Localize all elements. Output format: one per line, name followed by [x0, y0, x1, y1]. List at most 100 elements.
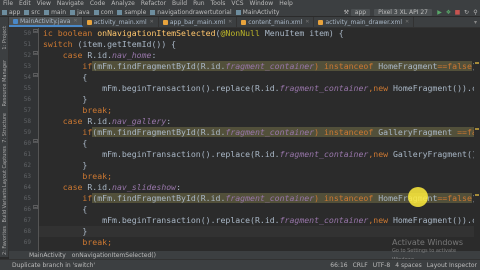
- hammer-icon[interactable]: ⚒: [343, 9, 350, 16]
- code-line: case R.id.nav_home:: [43, 50, 157, 60]
- warning-marker[interactable]: [475, 128, 479, 130]
- line-number: 61: [23, 151, 31, 158]
- menu-window[interactable]: Window: [247, 0, 277, 8]
- tool-tab-build-variants[interactable]: Build Variants: [0, 187, 9, 223]
- code-line: {: [43, 204, 88, 214]
- breadcrumb-method[interactable]: onNavigationItemSelected(): [72, 252, 156, 259]
- close-icon[interactable]: ✕: [305, 19, 309, 25]
- close-icon[interactable]: ✕: [228, 19, 232, 25]
- code-line: break;: [43, 237, 113, 247]
- tab-app-bar-main[interactable]: app_bar_main.xml ✕: [159, 17, 238, 27]
- line-separator[interactable]: CRLF: [353, 262, 368, 269]
- menu-vcs[interactable]: VCS: [228, 0, 246, 8]
- menu-tools[interactable]: Tools: [208, 0, 229, 8]
- run-icon[interactable]: ▶: [436, 9, 443, 16]
- nav-crumb[interactable]: navigationdrawertutorial: [148, 9, 233, 16]
- fold-icon[interactable]: ⊟: [33, 204, 38, 211]
- menu-file[interactable]: File: [0, 0, 16, 8]
- tab-activity-main[interactable]: activity_main.xml ✕: [83, 17, 159, 27]
- line-number: 54: [23, 74, 31, 81]
- menu-help[interactable]: Help: [276, 0, 296, 8]
- line-number: 53: [23, 63, 31, 70]
- indent-setting[interactable]: 4 spaces: [395, 262, 421, 269]
- java-file-icon: [13, 18, 18, 24]
- code-line: mFm.beginTransaction().replace(R.id.frag…: [43, 215, 480, 225]
- line-number: 57: [23, 107, 31, 114]
- line-number: 58: [23, 118, 31, 125]
- warning-marker[interactable]: [475, 194, 479, 196]
- fold-icon[interactable]: ⊟: [33, 72, 38, 79]
- menu-view[interactable]: View: [34, 0, 54, 8]
- nav-crumb[interactable]: java: [68, 9, 92, 16]
- tab-list-icon[interactable]: ▾: [474, 19, 477, 26]
- line-number: 62: [23, 162, 31, 169]
- code-editor[interactable]: ⊟ ⊟ ⊟ ⊟ ⊟ 50 51 52 53 54 55 56 57 58 59 60 61 62 63 64…: [9, 28, 480, 251]
- debug-icon[interactable]: ❖: [445, 9, 452, 16]
- file-encoding[interactable]: UTF-8: [373, 262, 391, 269]
- code-line: if(mFm.findFragmentById(R.id.fragment_co…: [43, 127, 480, 138]
- editor-scrollbar[interactable]: [474, 28, 480, 251]
- line-number: 69: [23, 239, 31, 246]
- stop-icon[interactable]: ■: [454, 9, 461, 16]
- line-number: 55: [23, 85, 31, 92]
- fold-icon[interactable]: ⊟: [33, 28, 38, 35]
- nav-crumb[interactable]: src: [22, 9, 42, 16]
- line-number: 66: [23, 206, 31, 213]
- menu-analyze[interactable]: Analyze: [108, 0, 138, 8]
- tool-tab-favorites[interactable]: 2: Favorites: [0, 225, 9, 257]
- menu-code[interactable]: Code: [87, 0, 108, 8]
- tool-tab-project[interactable]: 1: Project: [0, 19, 9, 57]
- code-line: case R.id.nav_slideshow:: [43, 182, 182, 192]
- tab-activity-main-drawer[interactable]: activity_main_drawer.xml ✕: [314, 17, 415, 27]
- line-number: 63: [23, 173, 31, 180]
- code-line: break;: [43, 105, 113, 115]
- nav-crumb[interactable]: MainActivity: [234, 9, 282, 16]
- xml-file-icon: [162, 19, 168, 25]
- code-line: {: [43, 138, 88, 148]
- menu-build[interactable]: Build: [169, 0, 190, 8]
- line-gutter: ⊟ ⊟ ⊟ ⊟ ⊟ 50 51 52 53 54 55 56 57 58 59 60 61 62 63 64…: [9, 28, 39, 251]
- nav-crumb[interactable]: app: [0, 9, 22, 16]
- layout-inspector-button[interactable]: Layout Inspector: [427, 262, 477, 269]
- tab-content-main[interactable]: content_main.xml ✕: [237, 17, 315, 27]
- breadcrumb-class[interactable]: MainActivity: [29, 252, 66, 259]
- close-icon[interactable]: ✕: [73, 18, 77, 24]
- nav-crumb[interactable]: main: [42, 9, 68, 16]
- line-number: 51: [23, 41, 31, 48]
- code-line: break;: [43, 171, 113, 181]
- code-line: ic boolean onNavigationItemSelected(@Non…: [43, 28, 344, 38]
- menu-refactor[interactable]: Refactor: [138, 0, 169, 8]
- folder-icon: [44, 9, 50, 15]
- run-config-select[interactable]: app: [350, 8, 371, 16]
- nav-crumb[interactable]: sample: [115, 9, 148, 16]
- code-line: {: [43, 72, 88, 82]
- line-number: 50: [23, 30, 31, 37]
- line-number: 68: [23, 228, 31, 235]
- folder-icon: [70, 9, 76, 15]
- code-line: case R.id.nav_gallery:: [43, 116, 172, 126]
- editor-tabs: MainActivity.java ✕ activity_main.xml ✕ …: [9, 17, 480, 28]
- warning-marker[interactable]: [475, 62, 479, 64]
- tool-tab-resource-manager[interactable]: Resource Manager: [0, 59, 9, 107]
- mouse-cursor-highlight: [408, 187, 428, 207]
- code-line: }: [43, 160, 88, 170]
- nav-crumb[interactable]: com: [92, 9, 116, 16]
- code-area[interactable]: ic boolean onNavigationItemSelected(@Non…: [43, 28, 480, 251]
- folder-icon: [235, 9, 241, 15]
- tab-mainactivity[interactable]: MainActivity.java ✕: [9, 17, 83, 27]
- code-line: }: [43, 94, 88, 104]
- menu-navigate[interactable]: Navigate: [54, 0, 87, 8]
- close-icon[interactable]: ✕: [405, 19, 409, 25]
- fold-icon[interactable]: ⊟: [33, 138, 38, 145]
- fold-icon[interactable]: ⊟: [33, 50, 38, 57]
- sync-icon[interactable]: ↻: [463, 9, 470, 16]
- menu-run[interactable]: Run: [190, 0, 208, 8]
- tool-tab-structure[interactable]: 7: Structure: [0, 109, 9, 147]
- device-select[interactable]: Pixel 3 XL API 27: [374, 8, 432, 16]
- tool-tab-layout-captures[interactable]: Layout Captures: [0, 146, 9, 187]
- menu-edit[interactable]: Edit: [16, 0, 34, 8]
- close-icon[interactable]: ✕: [150, 19, 154, 25]
- cursor-position[interactable]: 66:16: [330, 262, 347, 269]
- search-icon[interactable]: ⚲: [472, 9, 479, 16]
- line-number: 59: [23, 129, 31, 136]
